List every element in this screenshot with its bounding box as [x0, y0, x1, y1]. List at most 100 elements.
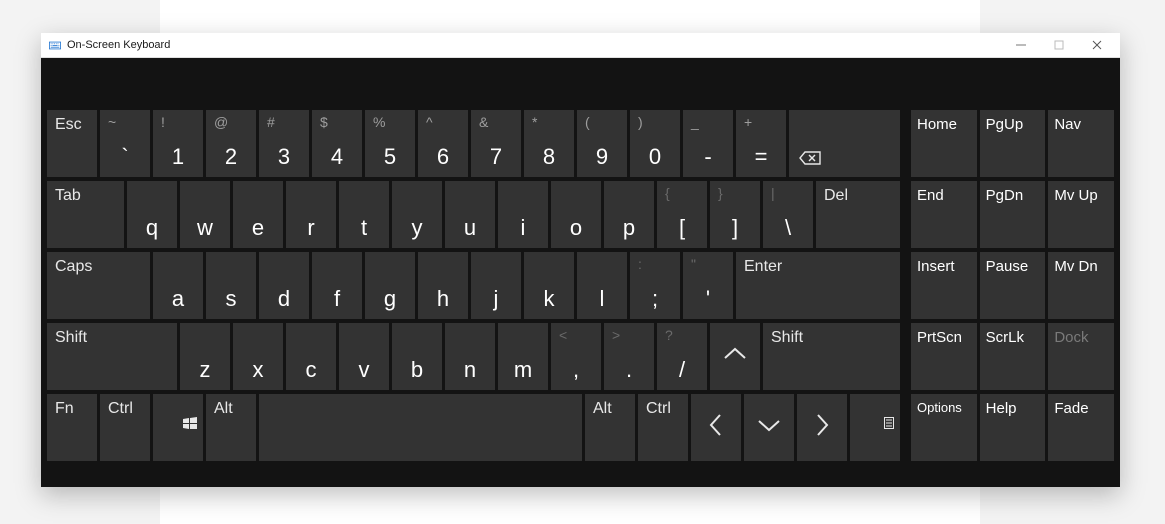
key-z[interactable]: z [180, 323, 230, 390]
key-arrow-right[interactable] [797, 394, 847, 461]
key-pause[interactable]: Pause [980, 252, 1046, 319]
maximize-button[interactable] [1052, 39, 1066, 51]
key-equals[interactable]: += [736, 110, 786, 177]
key-8[interactable]: *8 [524, 110, 574, 177]
key-backtick[interactable]: ~` [100, 110, 150, 177]
key-upper [186, 185, 192, 214]
key-lower: j [494, 285, 499, 314]
key-w[interactable]: w [180, 181, 230, 248]
key-delete[interactable]: Del [816, 181, 900, 248]
key-menu[interactable] [850, 394, 900, 461]
key-c[interactable]: c [286, 323, 336, 390]
key-y[interactable]: y [392, 181, 442, 248]
key-lower: 0 [649, 143, 661, 172]
key-r[interactable]: r [286, 181, 336, 248]
key-h[interactable]: h [418, 252, 468, 319]
key-period[interactable]: >. [604, 323, 654, 390]
key-right-bracket[interactable]: }] [710, 181, 760, 248]
key-dock[interactable]: Dock [1048, 323, 1114, 390]
key-t[interactable]: t [339, 181, 389, 248]
key-7[interactable]: &7 [471, 110, 521, 177]
key-5[interactable]: %5 [365, 110, 415, 177]
key-windows[interactable] [153, 394, 203, 461]
key-u[interactable]: u [445, 181, 495, 248]
key-pgup[interactable]: PgUp [980, 110, 1046, 177]
key-fade[interactable]: Fade [1048, 394, 1114, 461]
key-upper: < [557, 327, 567, 356]
key-2[interactable]: @2 [206, 110, 256, 177]
key-comma[interactable]: <, [551, 323, 601, 390]
key-1[interactable]: !1 [153, 110, 203, 177]
key-insert[interactable]: Insert [911, 252, 977, 319]
key-left-shift[interactable]: Shift [47, 323, 177, 390]
minimize-button[interactable] [1014, 39, 1028, 51]
key-right-shift[interactable]: Shift [763, 323, 900, 390]
key-right-alt[interactable]: Alt [585, 394, 635, 461]
key-q[interactable]: q [127, 181, 177, 248]
key-quote[interactable]: "' [683, 252, 733, 319]
close-button[interactable] [1090, 39, 1104, 51]
key-label: Help [986, 400, 1017, 417]
key-tab[interactable]: Tab [47, 181, 124, 248]
key-semicolon[interactable]: :; [630, 252, 680, 319]
key-upper: } [716, 185, 723, 214]
key-upper [398, 185, 404, 214]
key-upper [159, 256, 165, 285]
key-lower: 4 [331, 143, 343, 172]
key-end[interactable]: End [911, 181, 977, 248]
key-prtscn[interactable]: PrtScn [911, 323, 977, 390]
key-j[interactable]: j [471, 252, 521, 319]
key-9[interactable]: (9 [577, 110, 627, 177]
key-esc[interactable]: Esc [47, 110, 97, 177]
key-f[interactable]: f [312, 252, 362, 319]
key-pgdn[interactable]: PgDn [980, 181, 1046, 248]
key-backslash[interactable]: |\ [763, 181, 813, 248]
key-p[interactable]: p [604, 181, 654, 248]
key-e[interactable]: e [233, 181, 283, 248]
key-d[interactable]: d [259, 252, 309, 319]
key-g[interactable]: g [365, 252, 415, 319]
key-scrlk[interactable]: ScrLk [980, 323, 1046, 390]
key-v[interactable]: v [339, 323, 389, 390]
key-mvdn[interactable]: Mv Dn [1048, 252, 1114, 319]
key-arrow-left[interactable] [691, 394, 741, 461]
key-arrow-down[interactable] [744, 394, 794, 461]
side-row-3: Insert Pause Mv Dn [911, 252, 1114, 319]
key-backspace[interactable] [789, 110, 900, 177]
key-m[interactable]: m [498, 323, 548, 390]
key-x[interactable]: x [233, 323, 283, 390]
key-help[interactable]: Help [980, 394, 1046, 461]
key-slash[interactable]: ?/ [657, 323, 707, 390]
key-left-ctrl[interactable]: Ctrl [100, 394, 150, 461]
key-a[interactable]: a [153, 252, 203, 319]
key-3[interactable]: #3 [259, 110, 309, 177]
key-left-alt[interactable]: Alt [206, 394, 256, 461]
key-nav[interactable]: Nav [1048, 110, 1114, 177]
key-home[interactable]: Home [911, 110, 977, 177]
key-options[interactable]: Options [911, 394, 977, 461]
key-fn[interactable]: Fn [47, 394, 97, 461]
key-upper: ! [159, 114, 165, 143]
key-0[interactable]: )0 [630, 110, 680, 177]
side-row-2: End PgDn Mv Up [911, 181, 1114, 248]
key-n[interactable]: n [445, 323, 495, 390]
key-k[interactable]: k [524, 252, 574, 319]
key-6[interactable]: ^6 [418, 110, 468, 177]
key-4[interactable]: $4 [312, 110, 362, 177]
key-caps[interactable]: Caps [47, 252, 150, 319]
key-arrow-up[interactable] [710, 323, 760, 390]
key-s[interactable]: s [206, 252, 256, 319]
key-lower: . [626, 356, 632, 385]
key-b[interactable]: b [392, 323, 442, 390]
key-space[interactable] [259, 394, 582, 461]
key-mvup[interactable]: Mv Up [1048, 181, 1114, 248]
key-enter[interactable]: Enter [736, 252, 900, 319]
key-lower: \ [785, 214, 791, 243]
key-i[interactable]: i [498, 181, 548, 248]
key-o[interactable]: o [551, 181, 601, 248]
key-label: Nav [1054, 116, 1081, 133]
key-minus[interactable]: _- [683, 110, 733, 177]
key-l[interactable]: l [577, 252, 627, 319]
key-left-bracket[interactable]: {[ [657, 181, 707, 248]
key-right-ctrl[interactable]: Ctrl [638, 394, 688, 461]
